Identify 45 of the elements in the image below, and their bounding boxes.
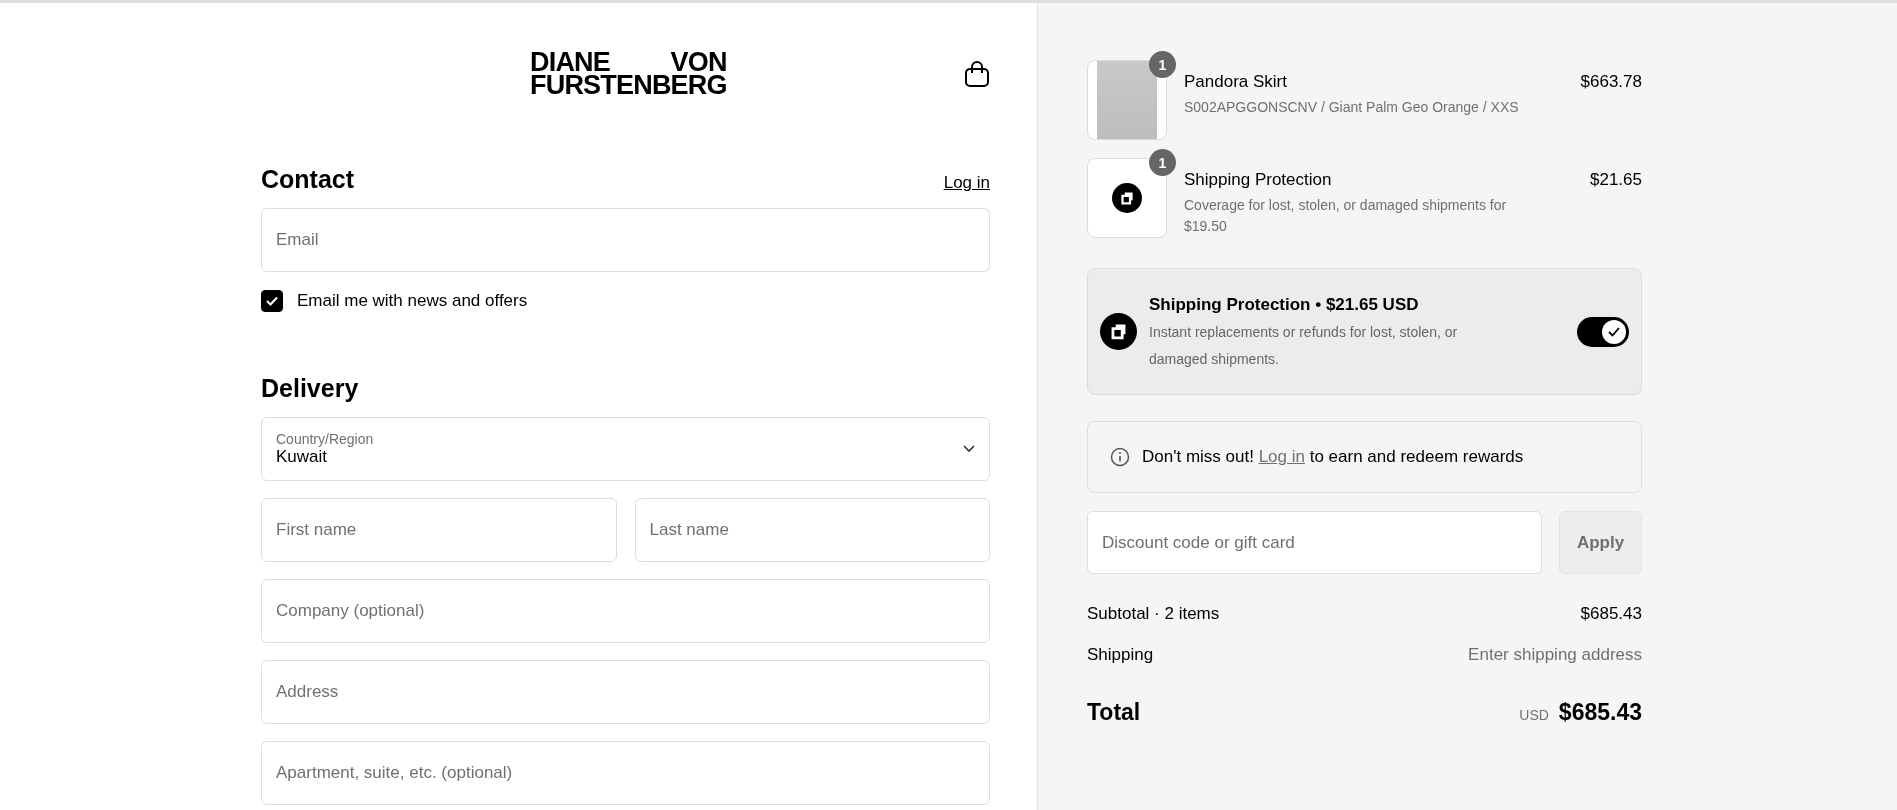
checkmark-icon xyxy=(265,294,279,308)
total-value: $685.43 xyxy=(1558,699,1642,726)
info-icon xyxy=(1110,447,1130,467)
protection-title: Shipping Protection • $21.65 USD xyxy=(1149,294,1420,315)
newsletter-checkbox[interactable] xyxy=(261,290,283,312)
summary-value: Enter shipping address xyxy=(1468,645,1642,665)
currency-code: USD xyxy=(1519,707,1549,723)
summary-value: $685.43 xyxy=(1580,604,1642,624)
summary-label: Shipping xyxy=(1087,645,1154,665)
protection-logo-icon xyxy=(1112,183,1142,213)
logo-text: FURSTENBERG xyxy=(530,74,727,97)
protection-description: Instant replacements or refunds for lost, stolen, or damaged shipments. xyxy=(1149,322,1459,369)
protection-toggle[interactable] xyxy=(1577,316,1629,347)
section-heading: Contact xyxy=(261,165,355,194)
item-price: $663.78 xyxy=(1580,71,1642,93)
text-field[interactable]: Last name xyxy=(634,498,990,562)
logo-text: DIANE xyxy=(530,51,610,74)
rewards-text: Don't miss out! Log in to earn and redeem rewards xyxy=(1142,447,1524,467)
total-label: Total xyxy=(1087,699,1141,726)
item-detail: Coverage for lost, stolen, or damaged shipments for $19.50 xyxy=(1184,196,1508,236)
logo-text: VON xyxy=(670,51,727,74)
discount-field[interactable]: Discount code or gift card xyxy=(1087,511,1542,574)
protection-logo-icon xyxy=(1100,313,1137,350)
checkbox-label: Email me with news and offers xyxy=(297,291,528,311)
item-price: $21.65 xyxy=(1590,169,1642,191)
item-name: Pandora Skirt xyxy=(1184,72,1288,92)
shopping-bag-icon[interactable] xyxy=(964,60,990,88)
item-detail: S002APGGONSCNV / Giant Palm Geo Orange / XXS xyxy=(1184,98,1520,117)
quantity-badge: 1 xyxy=(1149,51,1176,78)
quantity-badge: 1 xyxy=(1149,149,1176,176)
summary-label: Subtotal · 2 items xyxy=(1087,604,1220,624)
item-name: Shipping Protection xyxy=(1184,170,1333,190)
email-field[interactable]: Email xyxy=(261,208,990,272)
apply-button[interactable]: Apply xyxy=(1559,511,1642,574)
country-select[interactable]: Country/Region Kuwait xyxy=(261,417,990,481)
text-field[interactable]: First name xyxy=(261,498,617,562)
text-field[interactable]: Company (optional) xyxy=(261,579,990,643)
login-link[interactable]: Log in xyxy=(943,173,990,193)
text-field[interactable]: Address xyxy=(261,660,990,724)
select-value: Kuwait xyxy=(276,447,329,467)
section-heading: Delivery xyxy=(261,374,359,403)
chevron-down-icon xyxy=(963,445,975,453)
login-link[interactable]: Log in xyxy=(1258,447,1305,466)
select-label: Country/Region xyxy=(276,431,374,447)
text-field[interactable]: Apartment, suite, etc. (optional) xyxy=(261,741,990,805)
